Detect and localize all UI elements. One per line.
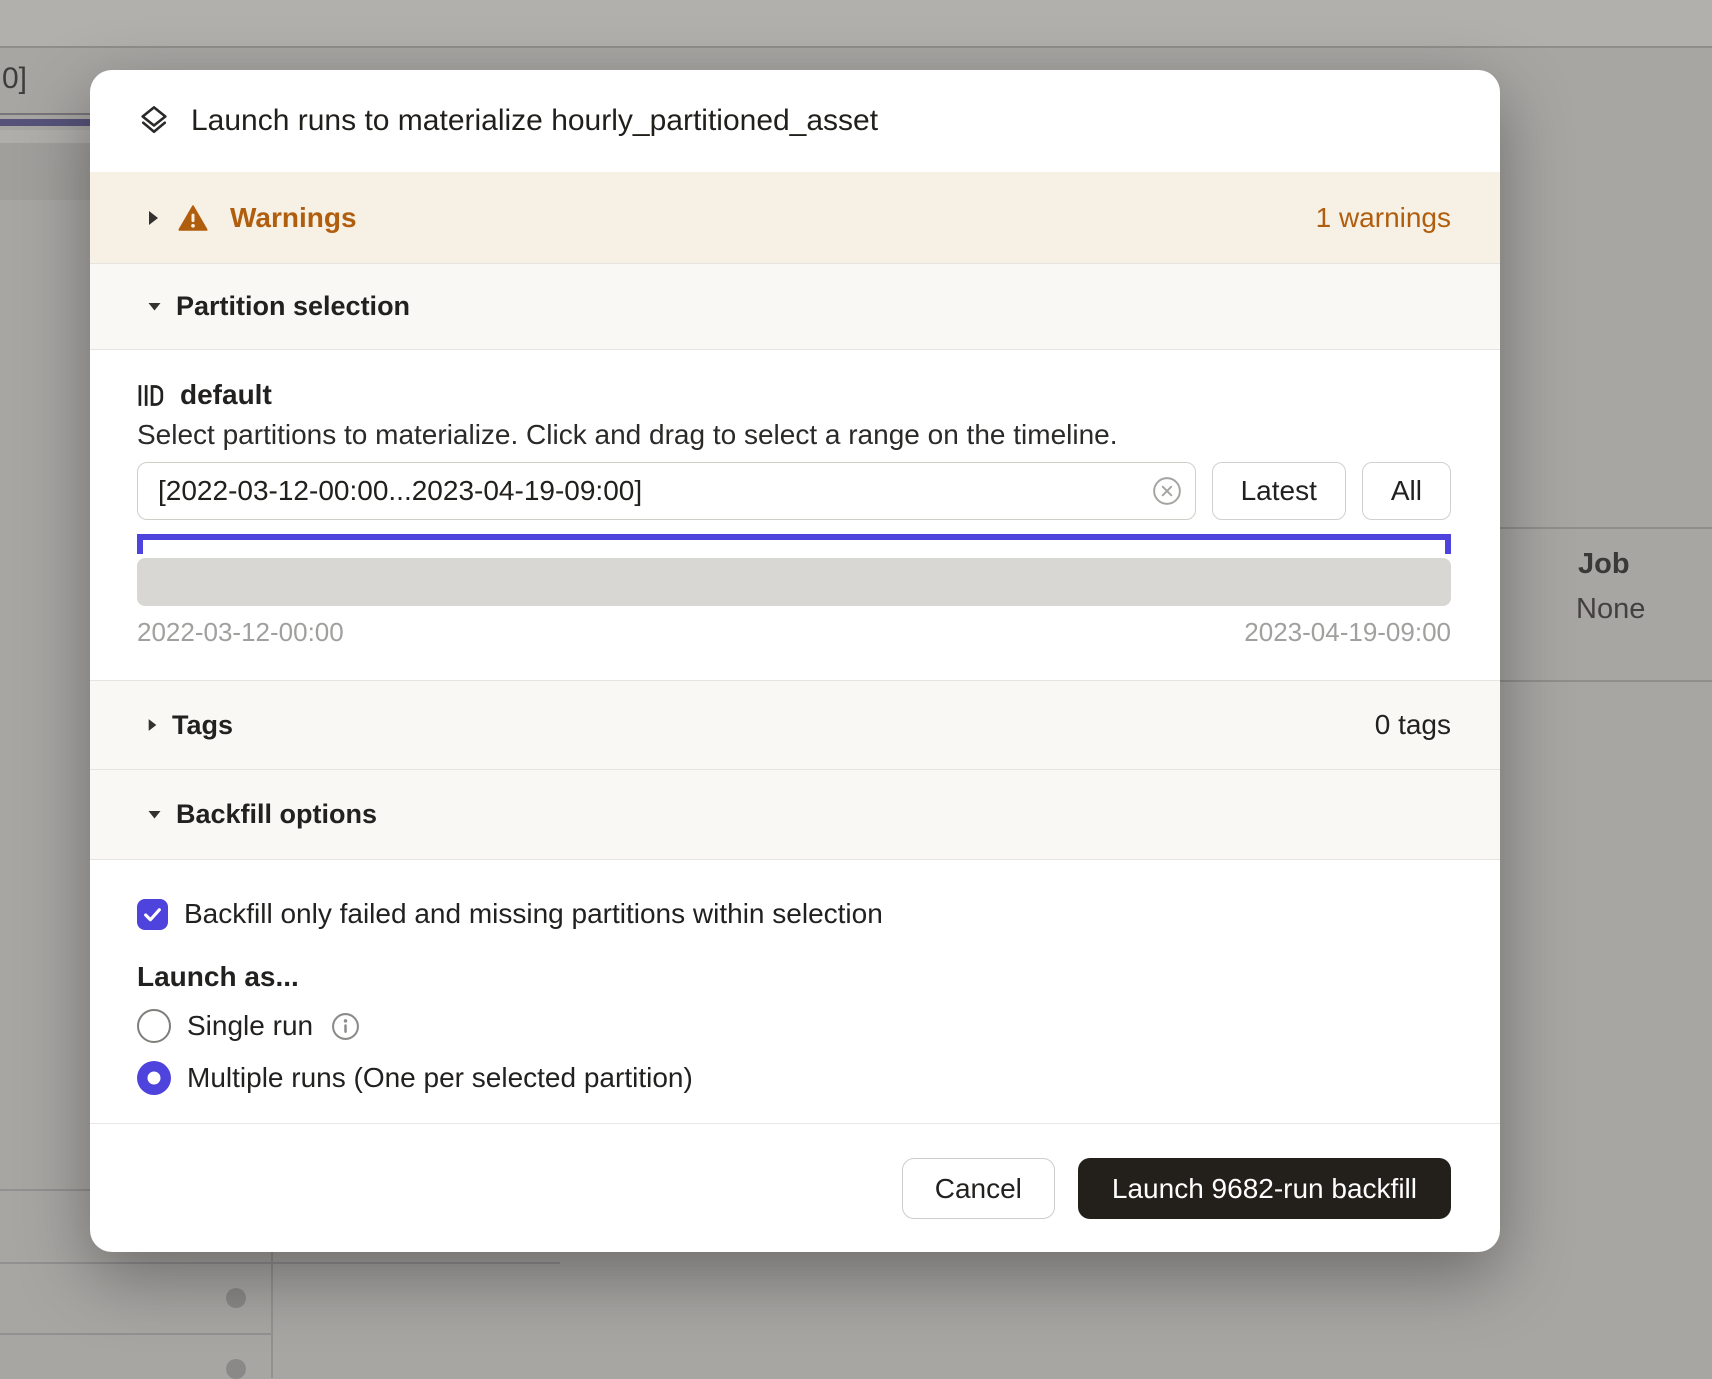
- warnings-section-toggle[interactable]: Warnings 1 warnings: [90, 172, 1500, 263]
- background-row-divider: [0, 1262, 560, 1264]
- partition-dimension-name: default: [180, 379, 272, 411]
- background-tab-underline: [0, 119, 100, 126]
- partition-set-icon: [137, 382, 164, 409]
- background-band: [0, 143, 100, 200]
- background-status-dot: [226, 1359, 246, 1379]
- partition-range-input[interactable]: [137, 462, 1196, 520]
- background-status-dot: [226, 1288, 246, 1308]
- selection-range-start-tick: [137, 540, 143, 554]
- background-job-column-header: Job: [1578, 548, 1630, 581]
- background-job-value: None: [1576, 593, 1645, 626]
- chevron-right-icon: [147, 209, 160, 227]
- selection-range-end-tick: [1445, 540, 1451, 554]
- radio-selected-icon[interactable]: [137, 1061, 171, 1095]
- partition-timeline-bar[interactable]: [137, 558, 1451, 606]
- backfill-options-label: Backfill options: [176, 799, 377, 830]
- background-row-divider: [1500, 527, 1712, 529]
- launch-backfill-dialog: Launch runs to materialize hourly_partit…: [90, 70, 1500, 1252]
- dialog-header: Launch runs to materialize hourly_partit…: [90, 70, 1500, 172]
- background-divider: [0, 113, 100, 115]
- background-row-divider: [1500, 680, 1712, 682]
- background-top-bar: [0, 0, 1712, 48]
- selection-range-bracket: [137, 534, 1451, 555]
- partition-dimension-row: default: [137, 378, 1451, 412]
- background-row-divider: [0, 1189, 100, 1191]
- background-truncated-text: 0]: [2, 62, 27, 96]
- multiple-runs-radio-row[interactable]: Multiple runs (One per selected partitio…: [137, 1058, 1451, 1098]
- tags-section-toggle[interactable]: Tags 0 tags: [90, 680, 1500, 770]
- all-button[interactable]: All: [1362, 462, 1451, 520]
- latest-button[interactable]: Latest: [1212, 462, 1346, 520]
- partition-selection-toggle[interactable]: Partition selection: [90, 263, 1500, 350]
- warning-triangle-icon: [178, 205, 208, 231]
- checkbox-label: Backfill only failed and missing partiti…: [184, 898, 883, 930]
- partition-selection-body: default Select partitions to materialize…: [90, 350, 1500, 680]
- cancel-button[interactable]: Cancel: [902, 1158, 1055, 1219]
- launch-as-label: Launch as...: [137, 960, 1451, 994]
- partition-description: Select partitions to materialize. Click …: [137, 418, 1451, 452]
- single-run-radio-row[interactable]: Single run: [137, 1006, 1451, 1046]
- chevron-down-icon: [147, 809, 162, 820]
- radio-unselected-icon[interactable]: [137, 1009, 171, 1043]
- chevron-right-icon: [147, 717, 158, 733]
- materialize-layers-icon: [137, 105, 171, 137]
- tags-count: 0 tags: [1375, 709, 1451, 741]
- checkbox-checked-icon[interactable]: [137, 899, 168, 930]
- single-run-label: Single run: [187, 1010, 313, 1042]
- backfill-options-body: Backfill only failed and missing partiti…: [90, 860, 1500, 1123]
- backfill-options-toggle[interactable]: Backfill options: [90, 770, 1500, 860]
- partition-input-wrap: [137, 462, 1196, 520]
- warnings-count: 1 warnings: [1316, 202, 1451, 234]
- clear-input-icon[interactable]: [1152, 476, 1182, 506]
- launch-backfill-button[interactable]: Launch 9682-run backfill: [1078, 1158, 1451, 1219]
- chevron-down-icon: [147, 301, 162, 312]
- dialog-title: Launch runs to materialize hourly_partit…: [191, 104, 878, 138]
- partition-selection-label: Partition selection: [176, 291, 410, 322]
- timeline-date-labels: 2022-03-12-00:00 2023-04-19-09:00: [137, 617, 1451, 648]
- timeline-end-date: 2023-04-19-09:00: [1244, 617, 1451, 648]
- warnings-label: Warnings: [230, 202, 357, 234]
- tags-label: Tags: [172, 710, 233, 741]
- dialog-footer: Cancel Launch 9682-run backfill: [90, 1123, 1500, 1252]
- info-icon[interactable]: [331, 1012, 360, 1041]
- partition-input-row: Latest All: [137, 462, 1451, 520]
- background-band: [0, 130, 100, 143]
- multiple-runs-label: Multiple runs (One per selected partitio…: [187, 1062, 693, 1094]
- backfill-only-failed-checkbox-row[interactable]: Backfill only failed and missing partiti…: [137, 898, 1451, 930]
- timeline-start-date: 2022-03-12-00:00: [137, 617, 344, 648]
- background-row-divider: [0, 1333, 271, 1335]
